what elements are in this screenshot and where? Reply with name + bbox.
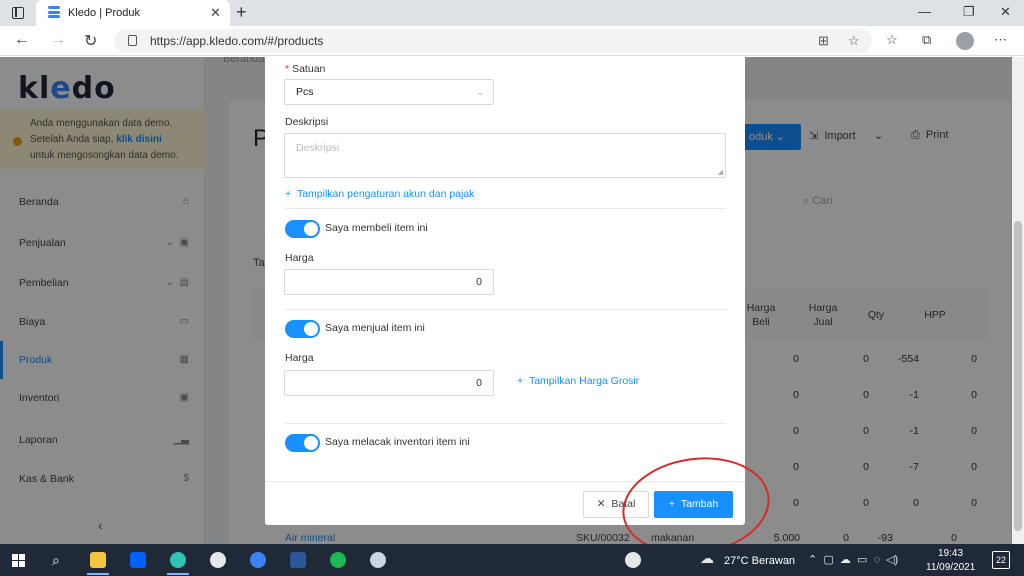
divider <box>285 423 726 424</box>
tray-icons[interactable]: ⌃ ▢ ☁ ▭ ◌ ◁) <box>808 553 898 566</box>
browser-tabbar: Kledo | Produk ✕ + — ❐ ✕ <box>0 0 1024 26</box>
clock-time[interactable]: 19:43 <box>938 548 963 559</box>
deskripsi-label: Deskripsi <box>285 116 329 128</box>
notification-icon[interactable]: 22 <box>992 551 1010 569</box>
url-text: https://app.kledo.com/#/products <box>150 34 324 48</box>
windows-taskbar: ⌕ ☁ 27°C Berawan ⌃ ▢ ☁ ▭ ◌ ◁) 19:43 11/0… <box>0 544 1024 576</box>
search-icon[interactable]: ⌕ <box>52 552 60 569</box>
paint-icon[interactable] <box>370 552 386 568</box>
weather-cloud-icon: ☁ <box>700 550 714 566</box>
sell-price-label: Harga <box>285 352 314 364</box>
show-account-tax-link[interactable]: + Tampilkan pengaturan akun dan pajak <box>285 188 474 200</box>
scrollbar-thumb[interactable] <box>1014 221 1022 531</box>
cloud-app-icon[interactable] <box>250 552 266 568</box>
spotify-icon[interactable] <box>330 552 346 568</box>
resize-grip-icon[interactable]: ◢ <box>718 168 723 176</box>
lock-icon <box>128 35 137 46</box>
weather-text[interactable]: 27°C Berawan <box>724 555 795 567</box>
more-icon[interactable]: ⋯ <box>994 32 1007 48</box>
page-scrollbar[interactable] <box>1012 57 1024 544</box>
window-close-icon[interactable]: ✕ <box>1000 4 1011 20</box>
active-indicator <box>167 573 189 575</box>
back-icon[interactable]: ← <box>14 31 30 49</box>
sell-item-label: Saya menjual item ini <box>325 322 425 334</box>
collections-icon[interactable]: ⧉ <box>922 32 931 48</box>
tab-title: Kledo | Produk <box>68 7 140 19</box>
chevron-down-icon: ⌄ <box>476 87 484 97</box>
favorites-icon[interactable]: ☆ <box>886 32 898 48</box>
minimize-icon[interactable]: — <box>918 4 931 19</box>
close-icon: ✕ <box>596 498 606 510</box>
forward-icon[interactable]: → <box>50 31 66 49</box>
new-tab-icon[interactable]: + <box>236 2 247 23</box>
buy-item-toggle[interactable] <box>285 220 320 238</box>
buy-price-input[interactable]: 0 <box>284 269 494 295</box>
sell-item-toggle[interactable] <box>285 320 320 338</box>
dropbox-icon[interactable] <box>130 552 146 568</box>
maximize-icon[interactable]: ❐ <box>963 4 975 20</box>
tab-actions-icon[interactable] <box>12 7 24 19</box>
address-bar: ← → ↻ https://app.kledo.com/#/products ⊞… <box>0 26 1024 56</box>
app-icon[interactable] <box>210 552 226 568</box>
divider <box>285 208 726 209</box>
track-inventory-label: Saya melacak inventori item ini <box>325 436 470 448</box>
profile-avatar[interactable] <box>956 32 974 50</box>
edge-browser-icon[interactable] <box>170 552 186 568</box>
tab-close-icon[interactable]: ✕ <box>210 5 221 21</box>
add-favorite-icon[interactable]: ☆ <box>848 33 860 49</box>
divider <box>285 309 726 310</box>
refresh-icon[interactable]: ↻ <box>84 31 97 51</box>
buy-item-label: Saya membeli item ini <box>325 222 428 234</box>
sell-price-input[interactable]: 0 <box>284 370 494 396</box>
satuan-label: * Satuan <box>285 63 326 75</box>
windows-start-icon[interactable] <box>12 554 25 567</box>
track-inventory-toggle[interactable] <box>285 434 320 452</box>
file-explorer-icon[interactable] <box>90 552 106 568</box>
add-product-modal: * Satuan Pcs ⌄ Deskripsi Deskripsi ◢ + Tamp… <box>265 57 745 525</box>
apps-icon[interactable]: ⊞ <box>818 33 829 49</box>
buy-price-label: Harga <box>285 252 314 264</box>
satuan-select[interactable]: Pcs ⌄ <box>284 79 494 105</box>
word-icon[interactable] <box>290 552 306 568</box>
kledo-favicon-icon <box>48 6 60 20</box>
browser-tab[interactable]: Kledo | Produk ✕ <box>36 0 230 26</box>
help-icon[interactable] <box>625 552 641 568</box>
clock-date[interactable]: 11/09/2021 <box>926 562 975 573</box>
url-field[interactable]: https://app.kledo.com/#/products ⊞ ☆ <box>114 29 872 53</box>
show-wholesale-price-link[interactable]: + Tampilkan Harga Grosir <box>517 375 639 387</box>
active-indicator <box>87 573 109 575</box>
deskripsi-textarea[interactable]: Deskripsi ◢ <box>284 133 726 178</box>
